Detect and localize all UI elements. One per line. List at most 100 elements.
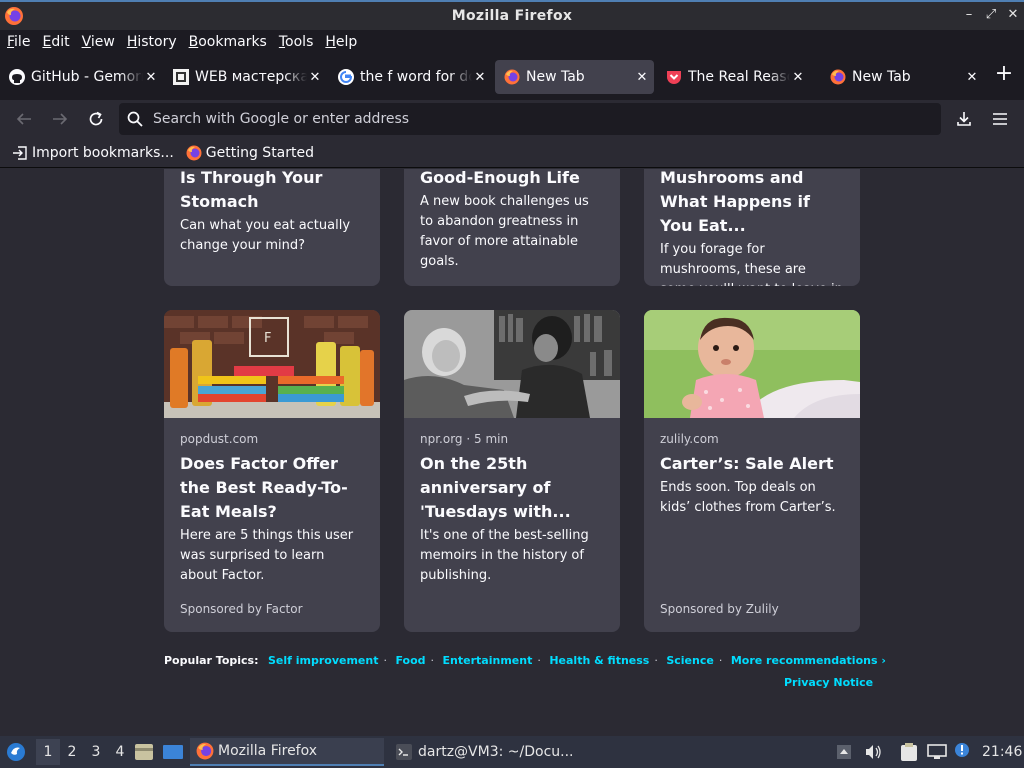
close-icon[interactable]: ✕ bbox=[307, 70, 323, 85]
workspace-3[interactable]: 3 bbox=[84, 744, 108, 760]
tab-pocket[interactable]: The Real Reason ✕ bbox=[657, 60, 810, 94]
tab-label: New Tab bbox=[852, 69, 911, 85]
close-icon[interactable]: ✕ bbox=[143, 70, 159, 85]
story-card-factor[interactable]: F popdust.com Does Factor Offer the Best… bbox=[164, 310, 380, 632]
web-icon bbox=[173, 69, 189, 85]
menu-bookmarks[interactable]: Bookmarks bbox=[189, 34, 267, 50]
github-icon bbox=[9, 69, 25, 85]
sponsored-label: Sponsored by Factor bbox=[180, 602, 303, 616]
tab-label: The Real Reason bbox=[688, 69, 790, 85]
tray-up-icon[interactable] bbox=[836, 744, 852, 760]
address-input[interactable] bbox=[153, 111, 913, 127]
file-manager-icon[interactable] bbox=[134, 743, 154, 761]
tab-bar: GitHub - Gemorro ✕ WEB мастерская ✕ the … bbox=[0, 54, 1024, 100]
story-excerpt: Can what you eat actually change your mi… bbox=[180, 218, 351, 253]
story-excerpt: If you forage for mushrooms, these are s… bbox=[660, 242, 843, 286]
tab-new-tab-active[interactable]: New Tab ✕ bbox=[495, 60, 654, 94]
workspace-2[interactable]: 2 bbox=[60, 744, 84, 760]
story-source: npr.org · 5 min bbox=[420, 432, 509, 446]
hamburger-menu-icon bbox=[993, 113, 1007, 125]
privacy-notice-link[interactable]: Privacy Notice bbox=[784, 676, 873, 689]
story-card-npr[interactable]: npr.org · 5 min On the 25th anniversary … bbox=[404, 310, 620, 632]
bookmark-label: Getting Started bbox=[205, 144, 315, 161]
taskbar-app-label: dartz@VM3: ~/Docu... bbox=[418, 744, 574, 760]
window-title: Mozilla Firefox bbox=[451, 8, 573, 24]
app-menu-button[interactable] bbox=[987, 106, 1013, 132]
firefox-icon bbox=[186, 145, 202, 160]
story-headline: Mushrooms and What Happens if You Eat... bbox=[660, 169, 810, 235]
forward-button[interactable] bbox=[47, 106, 73, 132]
close-icon[interactable]: ✕ bbox=[472, 70, 488, 85]
close-icon[interactable]: ✕ bbox=[964, 70, 980, 85]
download-icon bbox=[957, 112, 971, 126]
story-headline: Is Through Your Stomach bbox=[180, 169, 323, 211]
topic-link[interactable]: Self improvement bbox=[268, 654, 379, 667]
notification-icon[interactable] bbox=[954, 742, 970, 758]
tab-web[interactable]: WEB мастерская ✕ bbox=[164, 60, 327, 94]
menu-help[interactable]: Help bbox=[325, 34, 357, 50]
maximize-button[interactable]: ⤢ bbox=[984, 7, 998, 23]
minimize-button[interactable]: – bbox=[962, 7, 976, 23]
address-bar[interactable] bbox=[119, 103, 941, 135]
topic-link[interactable]: Science bbox=[666, 654, 714, 667]
workspace-1[interactable]: 1 bbox=[36, 739, 60, 765]
tab-google[interactable]: the f word for dog ✕ bbox=[329, 60, 492, 94]
topic-link[interactable]: Health & fitness bbox=[549, 654, 649, 667]
topic-link[interactable]: Entertainment bbox=[443, 654, 533, 667]
terminal-icon bbox=[396, 744, 412, 760]
new-tab-button[interactable]: + bbox=[990, 60, 1018, 88]
tab-new-tab[interactable]: New Tab ✕ bbox=[821, 60, 984, 94]
svg-text:F: F bbox=[264, 331, 271, 346]
window-titlebar: Mozilla Firefox – ⤢ ✕ bbox=[0, 0, 1024, 30]
system-menu-icon[interactable] bbox=[6, 742, 26, 762]
menu-view[interactable]: View bbox=[82, 34, 115, 50]
story-card-zulily[interactable]: zulily.com Carter’s: Sale Alert Ends soo… bbox=[644, 310, 860, 632]
volume-icon[interactable] bbox=[864, 744, 882, 760]
tab-label: the f word for dog bbox=[360, 69, 472, 85]
pocket-icon bbox=[667, 71, 681, 84]
workspace-4[interactable]: 4 bbox=[108, 744, 132, 760]
bookmarks-toolbar: Import bookmarks... Getting Started bbox=[0, 138, 1024, 168]
clipboard-icon[interactable] bbox=[900, 742, 918, 762]
menu-history[interactable]: History bbox=[127, 34, 177, 50]
clock: 21:46 bbox=[982, 744, 1023, 760]
firefox-icon bbox=[196, 742, 214, 760]
story-headline: Does Factor Offer the Best Ready-To-Eat … bbox=[180, 454, 348, 521]
taskbar-app-terminal[interactable]: dartz@VM3: ~/Docu... bbox=[394, 738, 584, 766]
desktop-icon[interactable] bbox=[162, 744, 184, 760]
bookmark-label: Import bookmarks... bbox=[32, 144, 174, 161]
close-icon[interactable]: ✕ bbox=[790, 70, 806, 85]
network-icon[interactable] bbox=[927, 744, 947, 760]
back-button[interactable] bbox=[11, 106, 37, 132]
story-card[interactable]: Mushrooms and What Happens if You Eat...… bbox=[644, 169, 860, 286]
search-icon bbox=[127, 111, 143, 127]
story-card[interactable]: Good-Enough Life A new book challenges u… bbox=[404, 169, 620, 286]
more-recommendations-link[interactable]: More recommendations › bbox=[731, 654, 886, 667]
bookmark-import[interactable]: Import bookmarks... bbox=[12, 145, 174, 161]
tab-label: New Tab bbox=[526, 69, 585, 85]
topic-link[interactable]: Food bbox=[395, 654, 425, 667]
navigation-toolbar bbox=[0, 100, 1024, 138]
close-icon[interactable]: ✕ bbox=[634, 70, 650, 85]
story-card[interactable]: Is Through Your Stomach Can what you eat… bbox=[164, 169, 380, 286]
system-taskbar: 1 2 3 4 Mozilla Firefox dartz@VM3: ~/Doc… bbox=[0, 736, 1024, 768]
tab-github[interactable]: GitHub - Gemorro ✕ bbox=[0, 60, 163, 94]
menu-file[interactable]: File bbox=[7, 34, 30, 50]
popular-topics: Popular Topics: Self improvement · Food · … bbox=[164, 654, 886, 667]
downloads-button[interactable] bbox=[951, 106, 977, 132]
sponsored-label: Sponsored by Zulily bbox=[660, 602, 779, 616]
arrow-right-icon bbox=[53, 113, 68, 125]
story-excerpt: A new book challenges us to abandon grea… bbox=[420, 194, 589, 269]
close-window-button[interactable]: ✕ bbox=[1006, 7, 1020, 23]
story-thumbnail bbox=[404, 310, 620, 418]
bookmark-getting-started[interactable]: Getting Started bbox=[186, 145, 314, 161]
menu-edit[interactable]: Edit bbox=[42, 34, 69, 50]
reload-button[interactable] bbox=[83, 106, 109, 132]
story-excerpt: It's one of the best-selling memoirs in … bbox=[420, 528, 589, 583]
story-headline: Good-Enough Life bbox=[420, 169, 580, 187]
menu-tools[interactable]: Tools bbox=[279, 34, 314, 50]
taskbar-app-firefox[interactable]: Mozilla Firefox bbox=[190, 738, 384, 766]
popular-topics-label: Popular Topics: bbox=[164, 654, 259, 667]
firefox-icon bbox=[5, 7, 23, 25]
story-thumbnail bbox=[644, 310, 860, 418]
